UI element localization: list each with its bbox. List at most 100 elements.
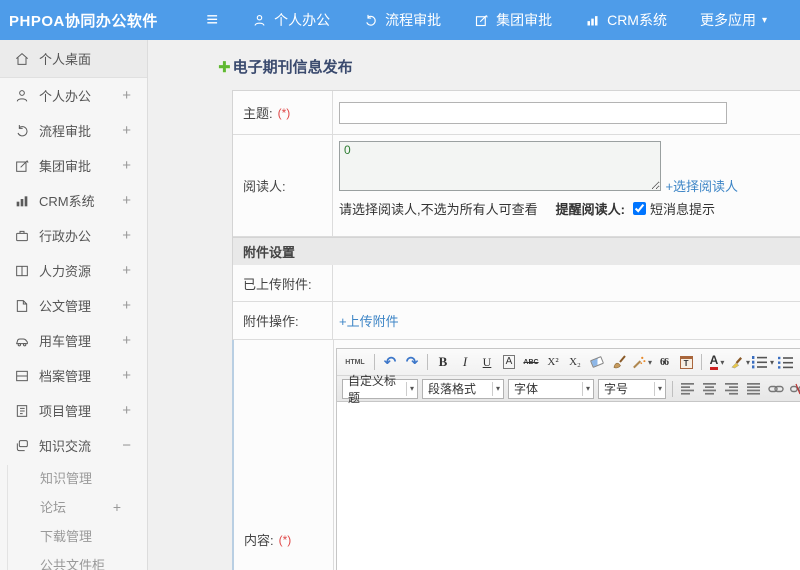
archive-box-icon [14, 368, 30, 384]
underline-button[interactable]: U [477, 352, 497, 373]
upload-attachment-link[interactable]: +上传附件 [339, 311, 399, 330]
nav-personal-office[interactable]: 个人办公 [252, 10, 330, 30]
sidebar-subitem-label: 下载管理 [40, 529, 93, 544]
align-center-button[interactable] [700, 378, 720, 399]
bold-button[interactable]: B [433, 352, 453, 373]
sidebar-subitem-forum[interactable]: 论坛 + [0, 492, 147, 521]
expand-toggle[interactable]: + [122, 87, 131, 104]
sidebar-item-archive-management[interactable]: 档案管理 + [0, 358, 147, 393]
expand-toggle[interactable]: + [122, 402, 131, 419]
blockquote-button[interactable]: 66 [654, 352, 674, 373]
expand-toggle[interactable]: + [122, 297, 131, 314]
toolbar-separator [427, 354, 428, 370]
format-painter-button[interactable] [609, 352, 629, 373]
select-readers-link[interactable]: +选择阅读人 [665, 176, 738, 195]
sidebar-item-crm-system[interactable]: CRM系统 + [0, 183, 147, 218]
highlight-color-button[interactable]: ▾ [729, 352, 750, 373]
subject-input[interactable] [339, 101, 727, 124]
sidebar-subitem-knowledge-management[interactable]: 知识管理 [0, 463, 147, 492]
expand-toggle[interactable]: + [122, 192, 131, 209]
editor-content-area[interactable] [336, 402, 800, 570]
select-value: 段落格式 [428, 382, 477, 396]
justify-button[interactable] [744, 378, 764, 399]
expand-toggle[interactable]: + [113, 499, 121, 515]
user-icon [252, 13, 267, 28]
readers-label: 阅读人: [243, 179, 286, 194]
caret-down-icon: ▾ [720, 357, 725, 367]
paragraph-format-select[interactable]: 段落格式 ▾ [422, 378, 504, 399]
sidebar-item-document-management[interactable]: 公文管理 + [0, 288, 147, 323]
toolbar-separator [672, 380, 673, 397]
align-left-icon [681, 382, 694, 395]
page-title: ✚ 电子期刊信息发布 [218, 56, 353, 77]
font-family-select[interactable]: 字体 ▾ [508, 378, 594, 399]
sidebar-item-vehicle-management[interactable]: 用车管理 + [0, 323, 147, 358]
expand-toggle[interactable]: + [122, 122, 131, 139]
autotypeset-button[interactable]: ▾ [631, 352, 652, 373]
italic-button[interactable]: I [455, 352, 475, 373]
expand-toggle[interactable]: + [122, 262, 131, 279]
cycle-arrow-icon [363, 13, 378, 28]
nav-label: 更多应用 [699, 12, 756, 28]
subject-label-cell: 主题: (*) [233, 91, 333, 134]
home-icon [14, 51, 30, 67]
nav-crm-system[interactable]: CRM系统 [585, 10, 667, 30]
caret-down-icon: ▾ [770, 357, 775, 367]
nav-workflow-approval[interactable]: 流程审批 [363, 10, 441, 30]
subject-row: 主题: (*) [233, 91, 800, 135]
toolbar-separator [701, 354, 703, 370]
insert-link-button[interactable] [766, 378, 786, 399]
sidebar-subitem-public-file-cabinet[interactable]: 公共文件柜 [0, 550, 147, 570]
unordered-list-button[interactable] [776, 352, 796, 373]
subject-label: 主题: [243, 106, 273, 121]
uploaded-attachments-row: 已上传附件: [233, 265, 800, 302]
book-icon [14, 263, 30, 279]
green-plus-icon: ✚ [218, 58, 231, 76]
superscript-button[interactable]: X² [543, 352, 563, 373]
nav-group-approval[interactable]: 集团审批 [474, 10, 552, 30]
sidebar-item-human-resources[interactable]: 人力资源 + [0, 253, 147, 288]
bar-chart-icon [585, 13, 600, 28]
required-mark: (*) [277, 105, 291, 120]
sidebar-item-workflow-approval[interactable]: 流程审批 + [0, 113, 147, 148]
sms-remind-checkbox[interactable] [632, 202, 646, 215]
subscript-button[interactable]: X₂ [565, 352, 585, 373]
font-size-select[interactable]: 字号 ▾ [598, 378, 666, 399]
sidebar-item-label: 人力资源 [39, 264, 92, 279]
notebook-icon [14, 403, 30, 419]
editor-toolbar-row-2: 自定义标题 ▾ 段落格式 ▾ 字体 ▾ 字号 ▾ [337, 374, 800, 405]
sidebar-item-admin-office[interactable]: 行政办公 + [0, 218, 147, 253]
bar-chart-icon [14, 193, 30, 209]
custom-heading-select[interactable]: 自定义标题 ▾ [342, 374, 418, 405]
expand-toggle[interactable]: + [122, 367, 131, 384]
align-right-button[interactable] [722, 378, 742, 399]
remove-format-button[interactable] [587, 352, 607, 373]
redo-button[interactable]: ↷ [402, 352, 422, 373]
attachment-actions-label: 附件操作: [243, 314, 299, 329]
sidebar-item-group-approval[interactable]: 集团审批 + [0, 148, 147, 183]
sidebar-item-personal-office[interactable]: 个人办公 + [0, 78, 147, 113]
expand-toggle[interactable]: + [122, 227, 131, 244]
font-border-button[interactable]: A [499, 352, 519, 373]
nav-more-apps[interactable]: 更多应用 ▾ [700, 10, 767, 30]
sidebar-item-project-management[interactable]: 项目管理 + [0, 393, 147, 428]
ordered-list-button[interactable]: ▾ [752, 352, 774, 373]
sidebar-item-knowledge-exchange[interactable]: 知识交流 − [0, 428, 147, 463]
hamburger-menu-icon[interactable]: ≡ [196, 1, 228, 39]
readers-textarea[interactable]: 0 [339, 141, 661, 191]
strikethrough-button[interactable]: ABC [521, 352, 541, 373]
font-color-button[interactable]: A ▾ [707, 352, 727, 373]
paste-text-button[interactable]: T [676, 352, 696, 373]
undo-button[interactable]: ↶ [380, 352, 400, 373]
ordered-list-icon [752, 356, 768, 369]
align-left-button[interactable] [678, 378, 698, 399]
sidebar-subitem-download-management[interactable]: 下载管理 [0, 521, 147, 550]
expand-toggle[interactable]: − [122, 437, 131, 454]
html-source-button[interactable]: HTML [341, 352, 369, 373]
expand-toggle[interactable]: + [122, 157, 131, 174]
sidebar-item-personal-desktop[interactable]: 个人桌面 [0, 40, 147, 78]
expand-toggle[interactable]: + [122, 332, 131, 349]
edit-square-icon [474, 13, 489, 28]
unlink-button[interactable] [788, 378, 800, 399]
main-content: ✚ 电子期刊信息发布 主题: (*) 阅读人: 0 +选择阅读人 请选择阅读人,… [148, 40, 800, 570]
